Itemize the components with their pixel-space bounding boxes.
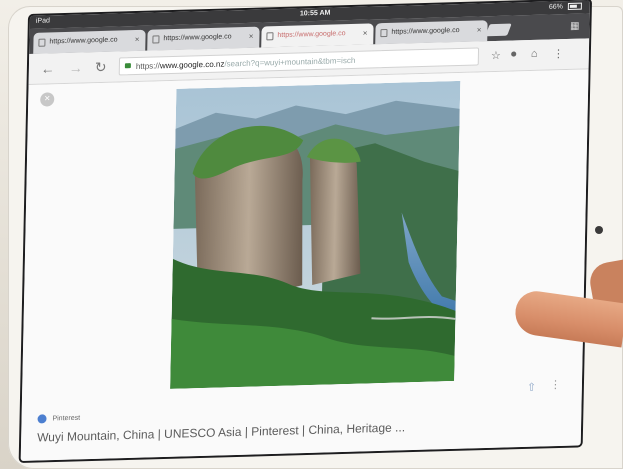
tab-label: https://www.google.co <box>49 36 118 46</box>
battery-icon <box>567 2 582 10</box>
image-caption[interactable]: Wuyi Mountain, China | UNESCO Asia | Pin… <box>37 420 405 444</box>
reload-icon[interactable]: ↻ <box>95 59 107 76</box>
home-icon[interactable]: ⌂ <box>531 48 538 60</box>
clock: 10:55 AM <box>299 9 331 18</box>
page-icon <box>152 35 160 44</box>
page-icon <box>266 32 274 41</box>
url-scheme: https:// <box>135 61 160 72</box>
source-name: Pinterest <box>52 414 81 423</box>
address-bar[interactable]: https://www.google.co.nz/search?q=wuyi+m… <box>118 47 480 76</box>
more-options-icon[interactable]: ⋮ <box>550 378 561 391</box>
page-icon <box>38 38 46 47</box>
mountain-photo-graphic <box>170 80 461 389</box>
tab-grid-icon[interactable]: ▦ <box>570 21 580 32</box>
close-tab-icon[interactable]: × <box>477 25 482 34</box>
device-label: iPad <box>35 17 50 25</box>
close-tab-icon[interactable]: × <box>135 35 140 44</box>
close-tab-icon[interactable]: × <box>249 32 254 41</box>
tablet-screen: iPad 10:55 AM 66% https://www.google.co … <box>20 0 590 461</box>
pinterest-logo-icon <box>37 414 47 424</box>
bookmark-star-icon[interactable]: ☆ <box>491 49 501 62</box>
menu-dots-icon[interactable]: ⋮ <box>553 47 564 60</box>
source-row[interactable]: Pinterest <box>37 413 81 424</box>
camera-dot <box>595 226 603 234</box>
mic-icon[interactable]: ⏺ <box>511 48 517 61</box>
battery-indicator: 66% <box>548 2 582 11</box>
forward-arrow-icon[interactable]: → <box>69 59 83 75</box>
back-arrow-icon[interactable]: ← <box>41 60 55 76</box>
battery-percent: 66% <box>548 3 563 11</box>
new-tab-button[interactable] <box>485 23 512 37</box>
url-path: /search?q=wuyi+mountain&tbm=isch <box>224 55 356 69</box>
mountain-photo[interactable] <box>170 80 461 389</box>
tab-label: https://www.google.co <box>277 30 346 40</box>
image-viewer: × ⇧ ⋮ Pinterest Wuyi Mountain, China | U… <box>20 69 589 461</box>
url-host: www.google.co.nz <box>159 59 225 71</box>
tab-label: https://www.google.co <box>391 26 460 36</box>
rock-pillar-right <box>309 145 361 285</box>
share-icon[interactable]: ⇧ <box>527 381 536 394</box>
lock-icon <box>124 63 131 69</box>
close-tab-icon[interactable]: × <box>363 29 368 38</box>
page-icon <box>380 29 388 38</box>
tab-label: https://www.google.co <box>163 33 232 43</box>
close-viewer-icon[interactable]: × <box>40 92 55 107</box>
